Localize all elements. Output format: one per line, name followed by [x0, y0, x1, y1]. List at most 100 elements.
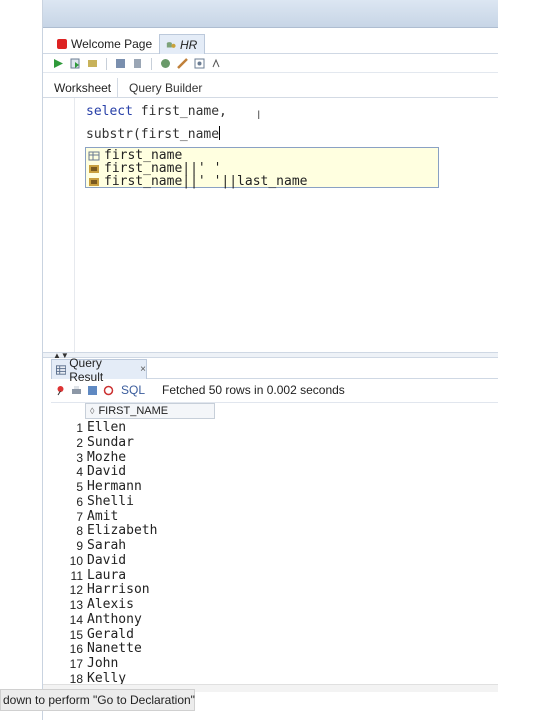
sql-link[interactable]: SQL: [121, 383, 145, 397]
database-connection-icon: [166, 41, 176, 48]
table-row[interactable]: 13 Alexis: [51, 597, 251, 613]
table-row[interactable]: 1 Ellen: [51, 420, 251, 436]
autocomplete-popup: first_name first_name||' ' first_name||'…: [85, 147, 439, 189]
explain-plan-icon[interactable]: [115, 58, 126, 69]
close-icon[interactable]: ×: [140, 364, 146, 375]
cell-first-name[interactable]: John: [87, 656, 118, 671]
autocomplete-item[interactable]: first_name||' '||last_name: [88, 174, 308, 189]
row-number: 2: [76, 435, 83, 450]
sql-developer-window: Welcome Page HR Worksheet Query Builder: [42, 0, 498, 720]
mouse-ibeam-cursor-icon: I: [257, 108, 261, 122]
row-number: 15: [69, 627, 83, 642]
tab-query-builder[interactable]: Query Builder: [129, 81, 202, 95]
toolbar-separator: [151, 57, 152, 70]
row-number: 11: [70, 568, 83, 583]
tab-welcome-page[interactable]: Welcome Page: [51, 34, 158, 54]
row-number: 12: [69, 583, 83, 598]
row-number: 16: [69, 642, 83, 657]
left-margin: [0, 0, 42, 720]
pin-icon[interactable]: [55, 385, 66, 396]
row-number: 10: [69, 553, 83, 568]
run-statement-icon[interactable]: [53, 58, 64, 69]
cell-first-name[interactable]: Amit: [87, 509, 118, 524]
table-row[interactable]: 16 Nanette: [51, 641, 251, 657]
print-icon[interactable]: [71, 385, 82, 396]
status-bar: down to perform "Go to Declaration": [0, 689, 195, 711]
refresh-icon[interactable]: [103, 385, 114, 396]
cell-first-name[interactable]: Harrison: [87, 582, 150, 597]
cell-first-name[interactable]: Sundar: [87, 435, 134, 450]
tab-worksheet[interactable]: Worksheet: [54, 81, 111, 95]
code-line-1-rest: first_name,: [132, 104, 227, 119]
cell-first-name[interactable]: Hermann: [87, 479, 142, 494]
results-toolbar: SQL Fetched 50 rows in 0.002 seconds: [51, 380, 498, 400]
cell-first-name[interactable]: Ellen: [87, 420, 126, 435]
rollback-icon[interactable]: [160, 58, 171, 69]
code-line-2-text: substr(first_name: [86, 127, 220, 142]
row-number: 13: [69, 598, 83, 612]
cell-first-name[interactable]: Laura: [87, 568, 126, 583]
worksheet-subtabs: Worksheet Query Builder: [43, 78, 498, 98]
select-keyword: select: [86, 104, 133, 119]
worksheet-toolbar: [43, 55, 498, 73]
table-row[interactable]: 9 Sarah: [51, 538, 251, 554]
subtab-divider: [117, 78, 118, 98]
column-header-first-name[interactable]: ◊ FIRST_NAME: [85, 403, 215, 419]
tab-hr-label: HR: [180, 37, 198, 52]
row-number: 17: [69, 657, 83, 671]
right-margin: [498, 0, 540, 720]
row-number: 4: [76, 465, 83, 480]
code-line-2: substr(first_name: [86, 126, 221, 142]
expression-icon: [89, 164, 99, 173]
table-row[interactable]: 8 Elizabeth: [51, 523, 251, 539]
code-line-1: select first_name,: [86, 104, 227, 119]
history-icon[interactable]: [194, 58, 205, 69]
cell-first-name[interactable]: Alexis: [87, 597, 134, 612]
format-icon[interactable]: [211, 58, 222, 69]
row-number: 7: [76, 509, 83, 524]
export-icon[interactable]: [87, 385, 98, 396]
table-row[interactable]: 14 Anthony: [51, 612, 251, 628]
commit-icon[interactable]: [132, 58, 143, 69]
tab-query-result[interactable]: Query Result ×: [51, 356, 147, 384]
window-top-bar: [43, 0, 498, 28]
cell-first-name[interactable]: Gerald: [87, 627, 134, 642]
table-row[interactable]: 5 Hermann: [51, 479, 251, 495]
table-row[interactable]: 4 David: [51, 464, 251, 480]
cell-first-name[interactable]: Sarah: [87, 538, 126, 553]
cell-first-name[interactable]: Shelli: [87, 494, 134, 509]
row-number: 5: [76, 480, 83, 494]
clear-icon[interactable]: [177, 58, 188, 69]
cell-first-name[interactable]: David: [87, 464, 126, 479]
cell-first-name[interactable]: Anthony: [87, 612, 142, 627]
results-tabbar: Query Result ×: [51, 356, 498, 384]
column-header-label: FIRST_NAME: [98, 405, 169, 417]
row-number: 8: [76, 524, 83, 539]
table-row[interactable]: 6 Shelli: [51, 494, 251, 510]
autocomplete-item-label: first_name||' '||last_name: [104, 174, 308, 189]
autotrace-icon[interactable]: [87, 58, 98, 69]
status-bar-text: down to perform "Go to Declaration": [3, 693, 195, 707]
table-row[interactable]: 2 Sundar: [51, 435, 251, 451]
table-row[interactable]: 11 Laura: [51, 568, 251, 584]
sort-icon: ◊: [90, 406, 95, 416]
cell-first-name[interactable]: Mozhe: [87, 450, 126, 465]
cell-first-name[interactable]: Elizabeth: [87, 523, 157, 538]
table-row[interactable]: 3 Mozhe: [51, 450, 251, 466]
results-grid[interactable]: ◊ FIRST_NAME 1 Ellen 2 Sundar 3 Mozhe 4 David 5 H…: [51, 402, 498, 686]
table-row[interactable]: 12 Harrison: [51, 582, 251, 598]
row-number: 1: [76, 421, 83, 435]
cell-first-name[interactable]: David: [87, 553, 126, 568]
grid-icon: [56, 364, 67, 375]
expression-icon: [89, 177, 99, 186]
row-number: 14: [69, 612, 83, 627]
cell-first-name[interactable]: Nanette: [87, 641, 142, 656]
text-caret: [219, 126, 221, 140]
table-row[interactable]: 17 John: [51, 656, 251, 672]
sql-editor[interactable]: select first_name, I substr(first_name f…: [43, 98, 498, 352]
table-row[interactable]: 15 Gerald: [51, 627, 251, 643]
table-row[interactable]: 7 Amit: [51, 509, 251, 525]
table-row[interactable]: 10 David: [51, 553, 251, 569]
tab-hr-connection[interactable]: HR: [159, 34, 205, 54]
run-script-icon[interactable]: [70, 58, 81, 69]
